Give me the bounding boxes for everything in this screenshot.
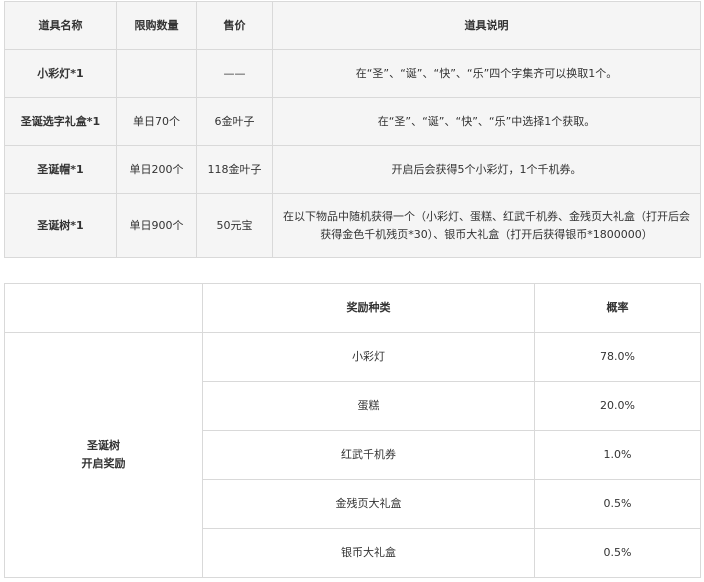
header-reward-type: 奖励种类 <box>202 283 535 333</box>
table-row: 圣诞树*1 单日900个 50元宝 在以下物品中随机获得一个（小彩灯、蛋糕、红武… <box>4 193 701 258</box>
header-purchase-limit: 限购数量 <box>116 1 197 50</box>
reward-probability: 0.5% <box>534 528 701 578</box>
table-row: 小彩灯*1 —— 在“圣”、“诞”、“快”、“乐”四个字集齐可以换取1个。 <box>4 49 701 98</box>
header-item-name: 道具名称 <box>4 1 117 50</box>
reward-probability: 20.0% <box>534 381 701 431</box>
reward-probability: 0.5% <box>534 479 701 529</box>
table-row: 圣诞选字礼盒*1 单日70个 6金叶子 在“圣”、“诞”、“快”、“乐”中选择1… <box>4 97 701 146</box>
reward-probability: 78.0% <box>534 332 701 382</box>
item-price: 50元宝 <box>196 193 273 258</box>
item-price: 118金叶子 <box>196 145 273 194</box>
reward-header-row: 奖励种类 概率 <box>4 283 701 333</box>
items-header-row: 道具名称 限购数量 售价 道具说明 <box>4 1 701 50</box>
item-description: 开启后会获得5个小彩灯，1个千机券。 <box>272 145 701 194</box>
item-description: 在“圣”、“诞”、“快”、“乐”中选择1个获取。 <box>272 97 701 146</box>
item-description: 在以下物品中随机获得一个（小彩灯、蛋糕、红武千机券、金残页大礼盒（打开后会获得金… <box>272 193 701 258</box>
items-table: 道具名称 限购数量 售价 道具说明 小彩灯*1 —— 在“圣”、“诞”、“快”、… <box>4 1 701 258</box>
reward-type: 蛋糕 <box>202 381 535 431</box>
reward-type: 红武千机券 <box>202 430 535 480</box>
reward-type: 银币大礼盒 <box>202 528 535 578</box>
item-limit <box>116 49 197 98</box>
item-price: —— <box>196 49 273 98</box>
item-limit: 单日70个 <box>116 97 197 146</box>
header-blank <box>4 283 203 333</box>
group-label: 圣诞树 开启奖励 <box>4 332 203 578</box>
item-limit: 单日900个 <box>116 193 197 258</box>
reward-type: 金残页大礼盒 <box>202 479 535 529</box>
item-name: 小彩灯*1 <box>4 49 117 98</box>
group-label-line2: 开启奖励 <box>81 457 126 470</box>
item-limit: 单日200个 <box>116 145 197 194</box>
item-name: 圣诞选字礼盒*1 <box>4 97 117 146</box>
reward-probability: 1.0% <box>534 430 701 480</box>
item-description: 在“圣”、“诞”、“快”、“乐”四个字集齐可以换取1个。 <box>272 49 701 98</box>
item-name: 圣诞树*1 <box>4 193 117 258</box>
header-probability: 概率 <box>534 283 701 333</box>
item-name: 圣诞帽*1 <box>4 145 117 194</box>
group-label-line1: 圣诞树 <box>87 439 120 452</box>
table-row: 圣诞帽*1 单日200个 118金叶子 开启后会获得5个小彩灯，1个千机券。 <box>4 145 701 194</box>
item-price: 6金叶子 <box>196 97 273 146</box>
table-row: 圣诞树 开启奖励 小彩灯 78.0% <box>4 332 701 578</box>
reward-type: 小彩灯 <box>202 332 535 382</box>
header-item-description: 道具说明 <box>272 1 701 50</box>
header-price: 售价 <box>196 1 273 50</box>
reward-table: 奖励种类 概率 圣诞树 开启奖励 小彩灯 78.0% 蛋糕 20.0% 红武千机… <box>4 283 701 578</box>
